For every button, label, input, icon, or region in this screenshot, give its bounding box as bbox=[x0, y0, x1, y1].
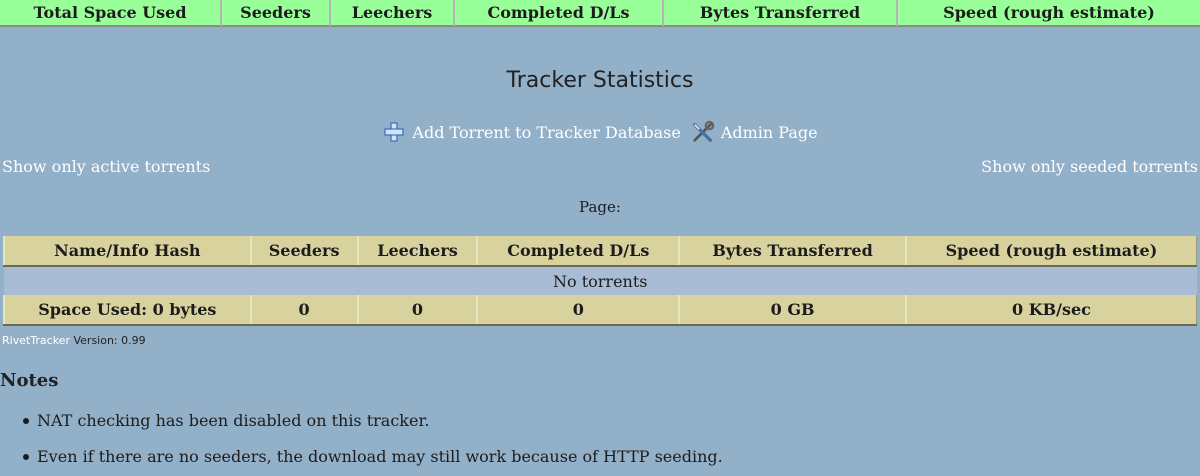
tools-icon bbox=[691, 120, 715, 144]
column-header-seeders: Seeders bbox=[249, 236, 359, 267]
bullet-icon bbox=[23, 454, 29, 460]
header-bytes-transferred: Bytes Transferred bbox=[664, 0, 898, 27]
notes-list: NAT checking has been disabled on this t… bbox=[0, 404, 723, 476]
column-header-bytes: Bytes Transferred bbox=[678, 236, 907, 267]
list-item: NAT checking has been disabled on this t… bbox=[23, 404, 723, 440]
header-speed: Speed (rough estimate) bbox=[898, 0, 1200, 27]
header-completed-dls: Completed D/Ls bbox=[455, 0, 664, 27]
note-text: NAT checking has been disabled on this t… bbox=[37, 411, 430, 430]
note-text: Even if there are no seeders, the downlo… bbox=[37, 447, 723, 466]
total-bytes: 0 GB bbox=[678, 295, 907, 326]
admin-page-label: Admin Page bbox=[720, 122, 818, 142]
notes-heading: Notes bbox=[0, 370, 59, 391]
rivettracker-link[interactable]: RivetTracker bbox=[2, 334, 70, 347]
column-header-name: Name/Info Hash bbox=[3, 236, 252, 267]
total-space-used: Space Used: 0 bytes bbox=[3, 295, 252, 326]
table-row: No torrents bbox=[4, 266, 1197, 295]
version-text: Version: 0.99 bbox=[69, 334, 146, 347]
header-seeders: Seeders bbox=[222, 0, 331, 27]
pager: Page: bbox=[579, 198, 621, 216]
plus-icon bbox=[382, 120, 406, 144]
column-header-leechers: Leechers bbox=[356, 236, 478, 267]
admin-page-link[interactable]: Admin Page bbox=[691, 120, 818, 144]
total-speed: 0 KB/sec bbox=[904, 295, 1197, 326]
show-seeded-torrents-link[interactable]: Show only seeded torrents bbox=[981, 157, 1198, 176]
table-header-row: Name/Info Hash Seeders Leechers Complete… bbox=[3, 236, 1197, 267]
header-total-space-used: Total Space Used bbox=[0, 0, 222, 27]
add-torrent-label: Add Torrent to Tracker Database bbox=[412, 122, 681, 142]
empty-message: No torrents bbox=[4, 266, 1197, 295]
summary-header: Total Space Used Seeders Leechers Comple… bbox=[0, 0, 1200, 29]
header-leechers: Leechers bbox=[331, 0, 455, 27]
version-line: RivetTracker Version: 0.99 bbox=[2, 334, 146, 347]
bullet-icon bbox=[23, 418, 29, 424]
page-title: Tracker Statistics bbox=[506, 68, 694, 93]
totals-row: Space Used: 0 bytes 0 0 0 0 GB 0 KB/sec bbox=[3, 295, 1197, 326]
torrent-table: Name/Info Hash Seeders Leechers Complete… bbox=[3, 236, 1197, 326]
total-seeders: 0 bbox=[249, 295, 359, 326]
add-torrent-link[interactable]: Add Torrent to Tracker Database bbox=[382, 120, 681, 144]
total-leechers: 0 bbox=[356, 295, 478, 326]
total-completed: 0 bbox=[476, 295, 680, 326]
column-header-speed: Speed (rough estimate) bbox=[904, 236, 1197, 267]
show-active-torrents-link[interactable]: Show only active torrents bbox=[2, 157, 210, 176]
action-bar: Add Torrent to Tracker Database Admin Pa… bbox=[0, 120, 1200, 144]
list-item: Even if there are no seeders, the downlo… bbox=[23, 440, 723, 476]
column-header-completed: Completed D/Ls bbox=[476, 236, 680, 267]
